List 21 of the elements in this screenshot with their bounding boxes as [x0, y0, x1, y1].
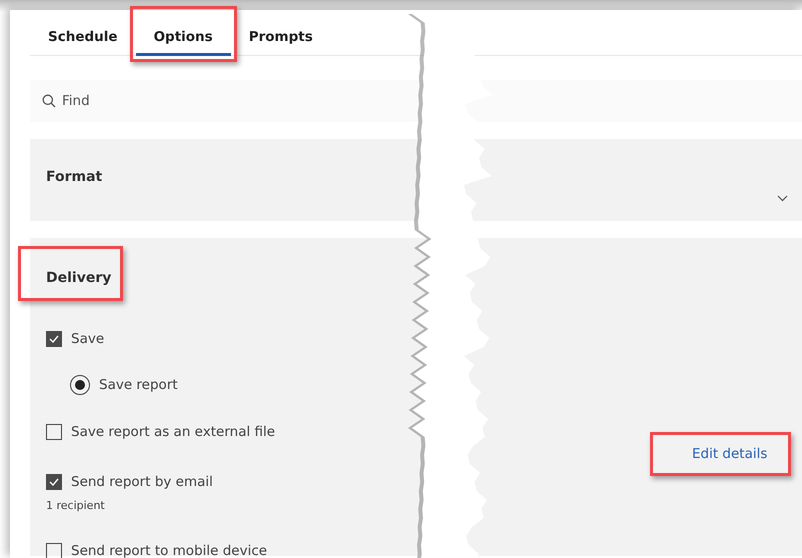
- radio-button[interactable]: [70, 375, 90, 396]
- option-label: Save: [71, 330, 104, 349]
- search-field[interactable]: Find: [30, 80, 802, 122]
- option-label: Save report as an external file: [71, 422, 276, 442]
- option-label: Send report by email: [71, 472, 213, 492]
- checkbox[interactable]: [46, 474, 62, 490]
- option-label: Send report to mobile device: [71, 542, 268, 558]
- section-title[interactable]: Delivery: [46, 268, 112, 289]
- checkmark-icon: [49, 335, 59, 344]
- section-title[interactable]: Format: [46, 167, 786, 188]
- search-icon: [42, 94, 56, 108]
- checkbox[interactable]: [46, 542, 62, 558]
- checkbox[interactable]: [46, 331, 62, 348]
- tab[interactable]: Prompts: [230, 10, 331, 56]
- edit-details-link[interactable]: Edit details: [692, 444, 768, 464]
- recipient-count: 1 recipient: [46, 498, 106, 514]
- tab[interactable]: Options: [136, 10, 231, 56]
- checkmark-icon: [49, 478, 59, 486]
- tab[interactable]: Schedule: [30, 10, 136, 56]
- checkbox[interactable]: [46, 424, 62, 440]
- option-label: Save report: [99, 376, 178, 396]
